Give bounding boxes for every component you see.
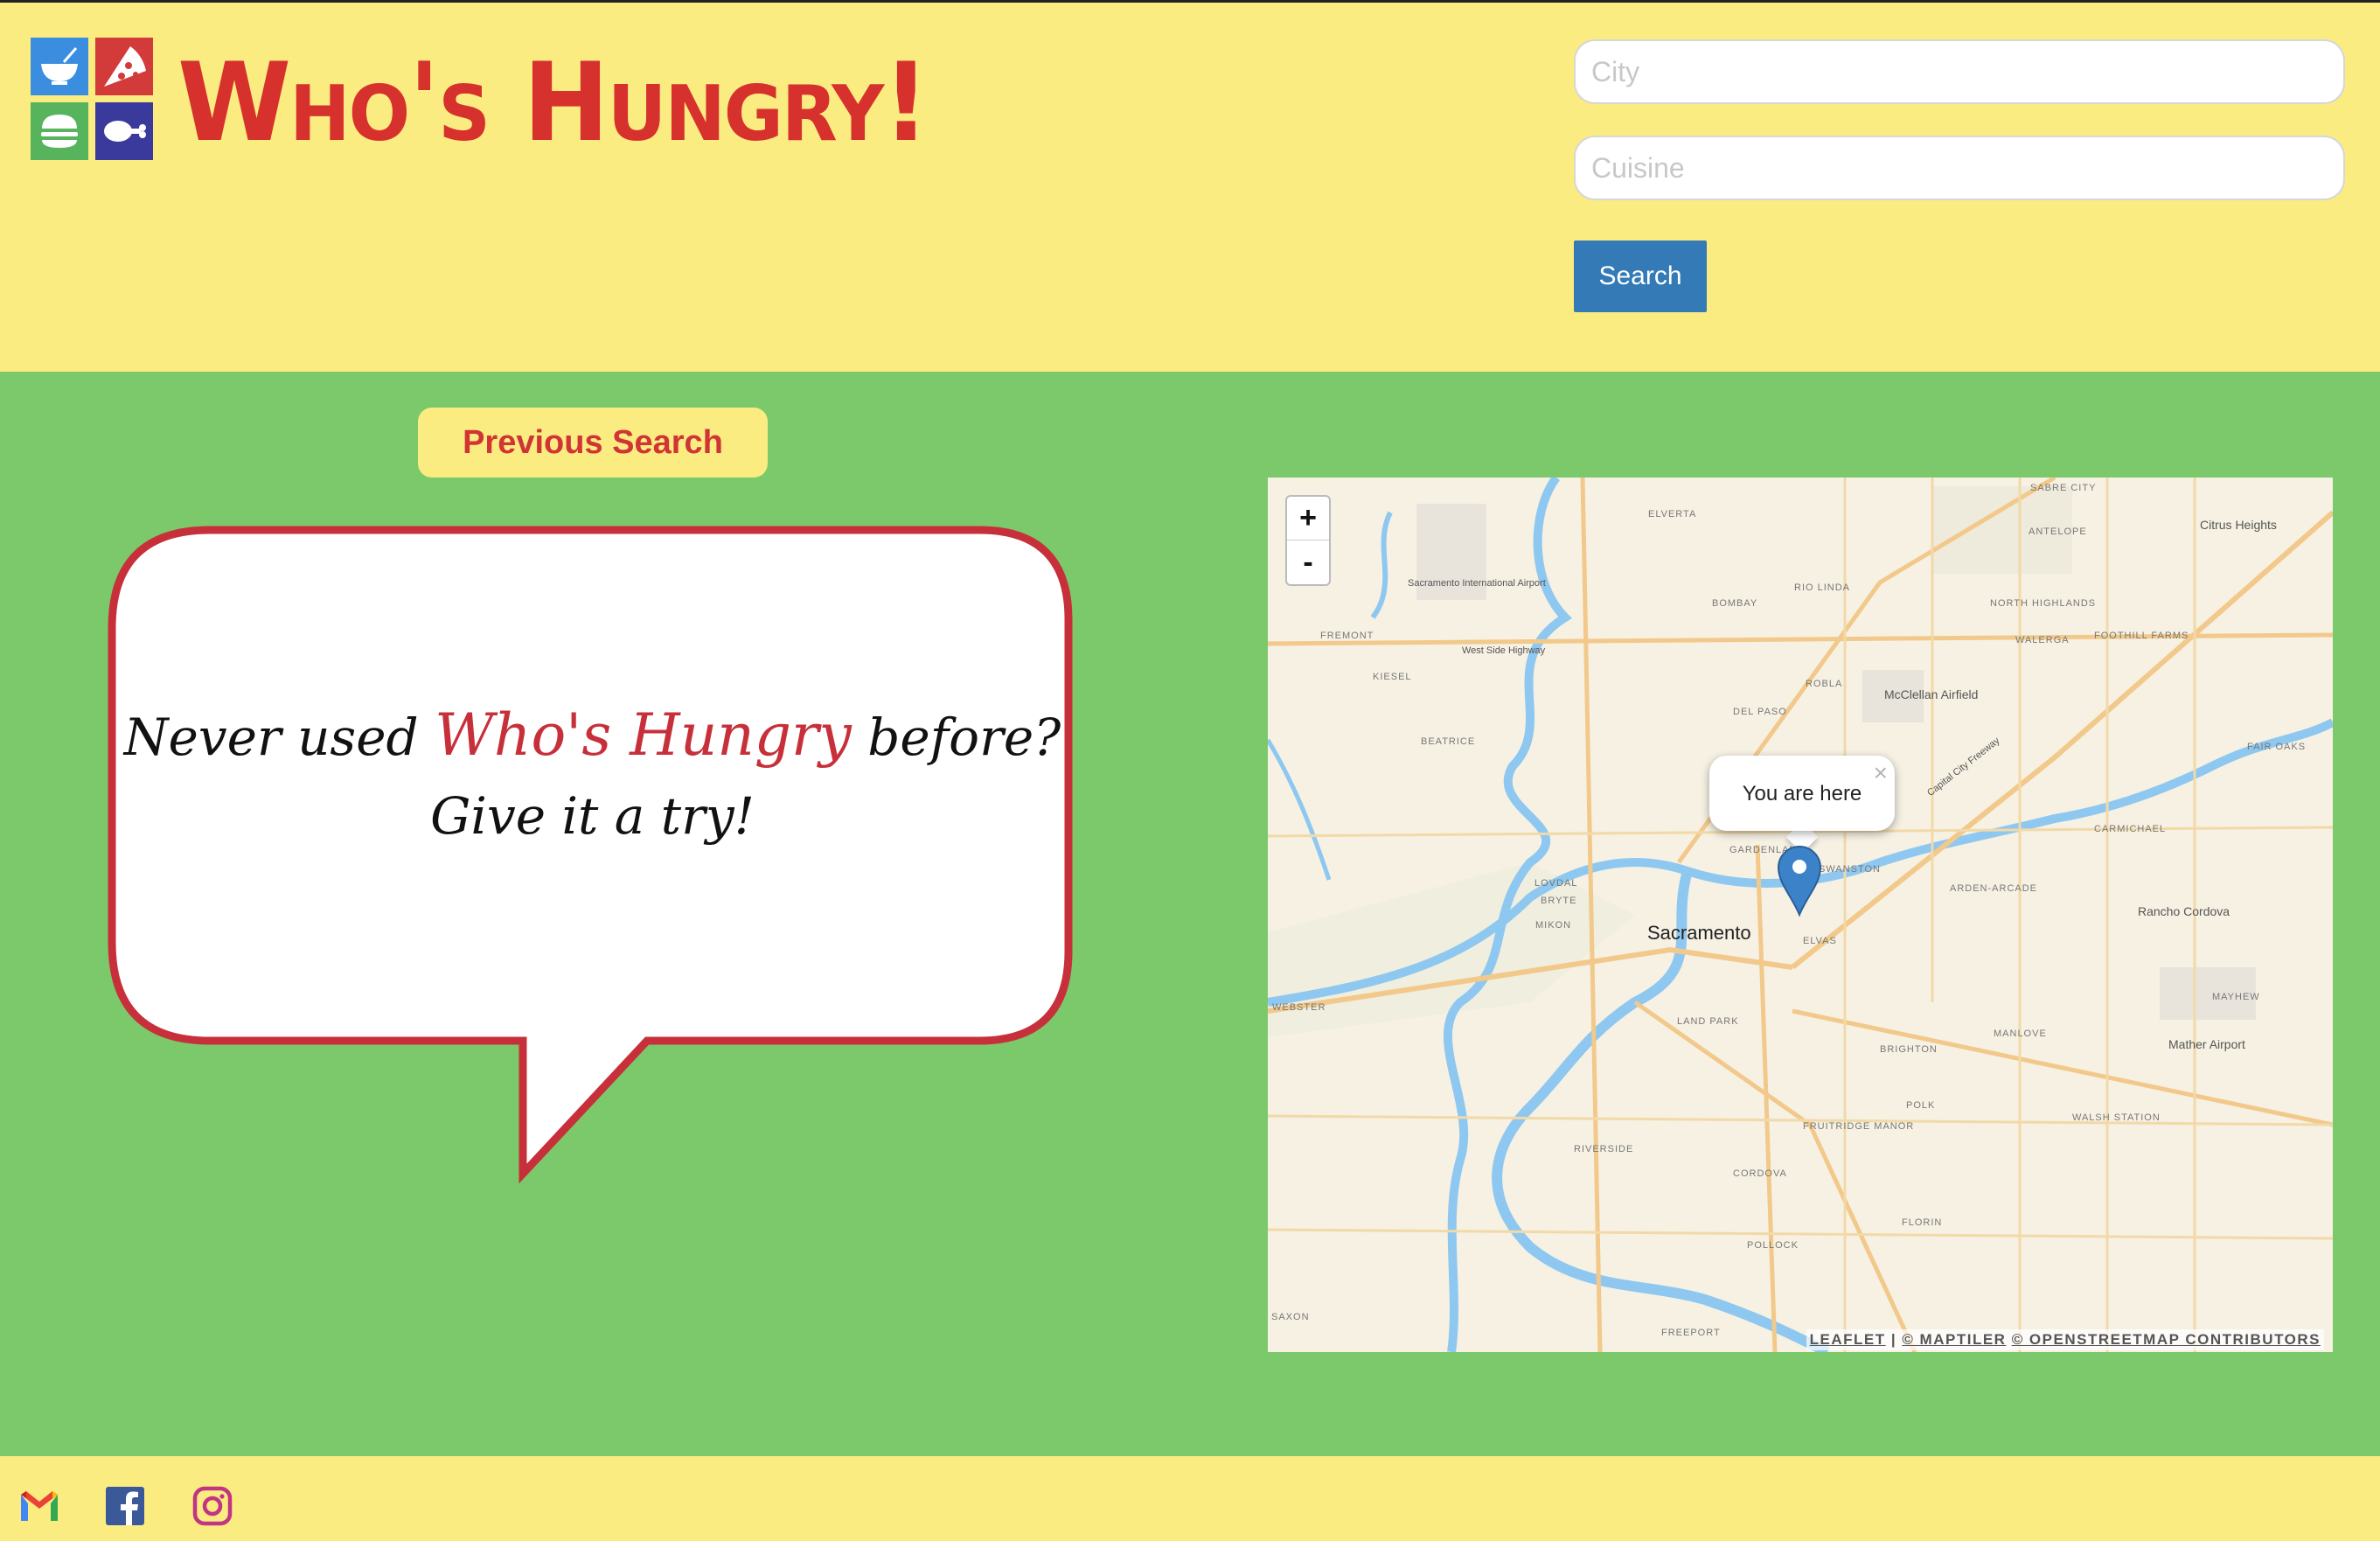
map-label-webster: WEBSTER (1272, 1002, 1326, 1013)
map-label-bombay: BOMBAY (1712, 598, 1758, 609)
map-label-brighton: BRIGHTON (1880, 1044, 1938, 1055)
pizza-icon (95, 38, 153, 95)
map-label-north-highlands: NORTH HIGHLANDS (1990, 598, 2097, 609)
map[interactable]: Sacramento International Airport ELVERTA… (1268, 478, 2333, 1352)
zoom-control: + - (1285, 495, 1331, 586)
map-label-kiesel: KIESEL (1373, 672, 1412, 682)
map-label-polk: POLK (1906, 1100, 1936, 1111)
map-attribution: LEAFLET | © MAPTILER © OPENSTREETMAP CON… (1806, 1329, 2324, 1350)
maptiler-link[interactable]: © MAPTILER (1902, 1331, 2006, 1348)
map-label-land-park: LAND PARK (1677, 1016, 1739, 1027)
burger-icon (31, 102, 88, 160)
map-label-west-side-highway: West Side Highway (1462, 645, 1546, 656)
osm-link[interactable]: © OPENSTREETMAP CONTRIBUTORS (2012, 1331, 2321, 1348)
instagram-icon[interactable] (191, 1484, 234, 1528)
bubble-line-2: Give it a try! (430, 785, 755, 846)
map-label-swanston: SWANSTON (1819, 864, 1881, 875)
map-label-del-paso: DEL PASO (1733, 707, 1787, 717)
map-label-walsh-station: WALSH STATION (2072, 1112, 2161, 1123)
map-label-sac-airport: Sacramento International Airport (1408, 578, 1546, 589)
bowl-icon (31, 38, 88, 95)
map-label-mcclellan: McClellan Airfield (1884, 687, 1979, 701)
bubble-line-1: Never used Who's Hungry before? (122, 700, 1062, 772)
map-label-pollock: POLLOCK (1747, 1240, 1799, 1251)
search-button[interactable]: Search (1574, 241, 1707, 312)
attribution-separator: | (1885, 1331, 1903, 1348)
map-label-elverta: ELVERTA (1648, 509, 1697, 519)
map-label-rio-linda: RIO LINDA (1794, 582, 1851, 593)
map-label-cordova: CORDOVA (1733, 1168, 1787, 1179)
map-label-bryte: BRYTE (1541, 896, 1577, 906)
map-label-manlove: MANLOVE (1994, 1028, 2047, 1039)
location-marker-icon[interactable] (1777, 845, 1822, 917)
footer (0, 1456, 2380, 1541)
drumstick-icon (95, 102, 153, 160)
map-label-foothill-farms: FOOTHILL FARMS (2094, 631, 2189, 641)
speech-bubble (108, 526, 1073, 1184)
bubble-message: Never used Who's Hungry before? Give it … (122, 700, 1062, 847)
map-label-fair-oaks: FAIR OAKS (2247, 742, 2307, 752)
zoom-in-button[interactable]: + (1287, 497, 1329, 540)
bubble-suffix: before? (851, 708, 1061, 767)
map-label-citrus-heights: Citrus Heights (2200, 518, 2277, 532)
logo[interactable] (31, 38, 154, 161)
map-label-sacramento: Sacramento (1647, 922, 1751, 944)
bubble-prefix: Never used (123, 708, 435, 767)
map-label-walerga: WALERGA (2015, 635, 2070, 645)
map-label-fremont: FREMONT (1320, 631, 1374, 641)
site-title: Who's Hungry! (177, 38, 929, 166)
previous-search-button[interactable]: Previous Search (418, 408, 768, 478)
gmail-icon[interactable] (17, 1484, 61, 1528)
map-label-sabre-city: SABRE CITY (2030, 483, 2097, 493)
leaflet-link[interactable]: LEAFLET (1810, 1331, 1886, 1348)
zoom-out-button[interactable]: - (1287, 540, 1329, 584)
map-label-mikon: MIKON (1535, 920, 1572, 931)
map-label-lovdal: LOVDAL (1534, 878, 1578, 889)
location-popup: × You are here (1709, 756, 1895, 831)
map-label-elvas: ELVAS (1803, 936, 1837, 946)
map-label-saxon: SAXON (1271, 1312, 1310, 1322)
map-label-fruitridge-manor: FRUITRIDGE MANOR (1803, 1121, 1915, 1132)
header: Who's Hungry! Search (0, 3, 2380, 372)
map-label-antelope: ANTELOPE (2029, 526, 2087, 537)
map-label-beatrice: BEATRICE (1421, 736, 1476, 747)
map-label-robla: ROBLA (1806, 679, 1843, 689)
map-label-mather: Mather Airport (2168, 1037, 2245, 1051)
cuisine-input[interactable] (1574, 136, 2345, 200)
map-label-arden-arcade: ARDEN-ARCADE (1950, 883, 2038, 894)
map-label-rancho-cordova: Rancho Cordova (2138, 904, 2230, 918)
map-label-riverside: RIVERSIDE (1574, 1144, 1634, 1154)
popup-text: You are here (1742, 782, 1862, 805)
map-label-florin: FLORIN (1902, 1217, 1943, 1228)
map-label-mayhew: MAYHEW (2212, 992, 2260, 1002)
map-label-freeport: FREEPORT (1661, 1328, 1721, 1338)
map-label-carmichael: CARMICHAEL (2094, 824, 2167, 834)
bubble-brand: Who's Hungry (435, 701, 852, 769)
city-input[interactable] (1574, 39, 2345, 104)
facebook-icon[interactable] (103, 1484, 147, 1528)
